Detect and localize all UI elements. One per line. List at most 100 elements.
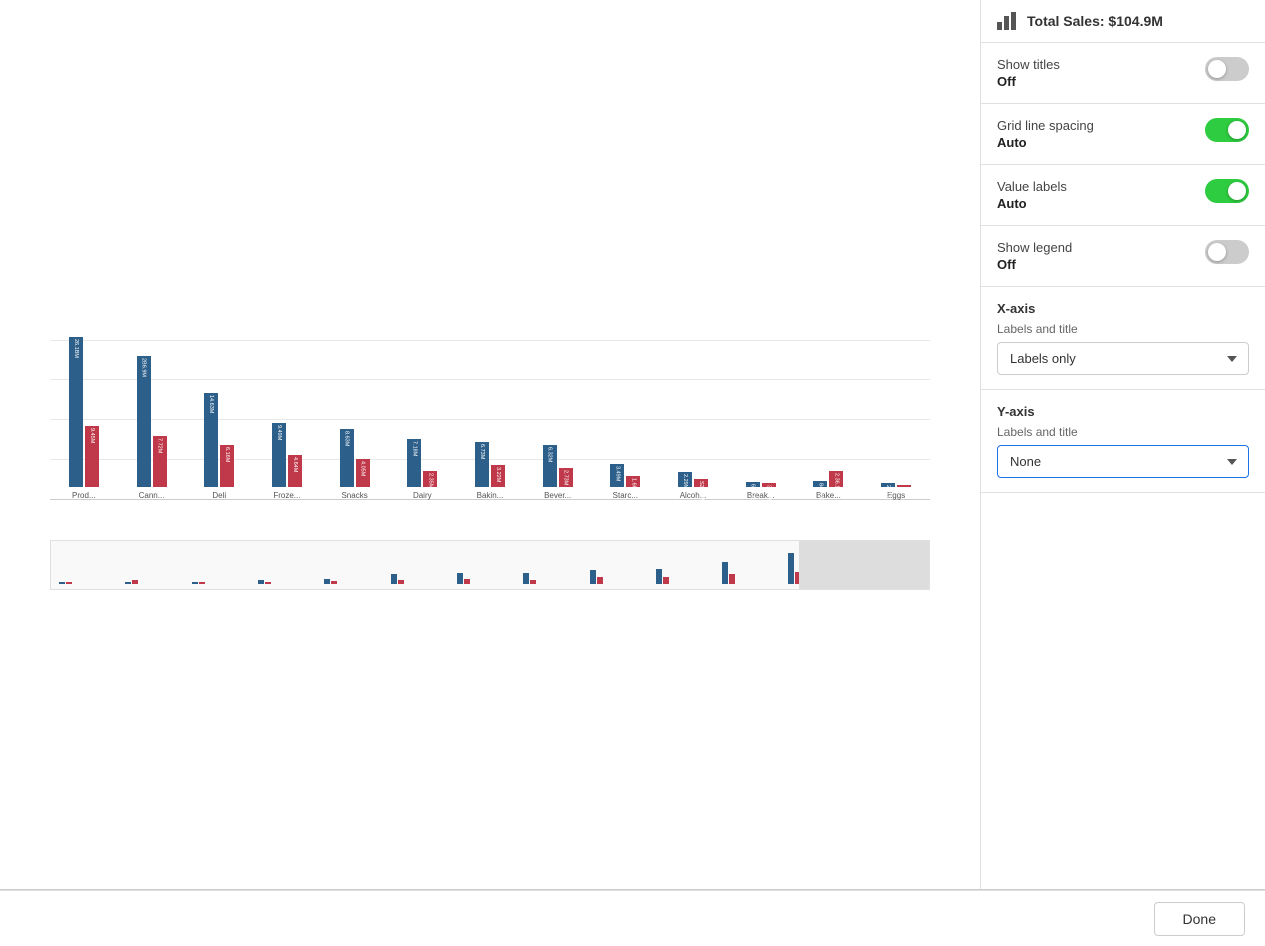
mini-red-bar bbox=[132, 580, 138, 584]
bar-category-label: Cann... bbox=[134, 491, 169, 500]
value-labels-label: Value labels bbox=[997, 179, 1067, 194]
mini-bar-group bbox=[258, 546, 324, 584]
show-titles-thumb bbox=[1208, 60, 1226, 78]
mini-blue-bar bbox=[722, 562, 728, 584]
right-panel: Total Sales: $104.9M Show titles Off Gri… bbox=[980, 0, 1265, 889]
mini-bar-group bbox=[457, 546, 523, 584]
show-titles-value: Off bbox=[997, 74, 1060, 89]
bottom-bar: Done bbox=[0, 890, 1265, 946]
bar-group: 3.49M 1.66M Starc... bbox=[592, 464, 660, 500]
blue-bar: 6.32M bbox=[543, 445, 557, 487]
bar-category-label: Deli bbox=[202, 491, 237, 500]
mini-bar-group bbox=[59, 546, 125, 584]
x-axis-title: X-axis bbox=[997, 301, 1249, 316]
blue-bar: 14.63M bbox=[204, 393, 218, 487]
mini-red-bar bbox=[331, 581, 337, 584]
bar-group: 9.49M 4.64M Froze... bbox=[253, 423, 321, 500]
show-legend-section: Show legend Off bbox=[981, 226, 1265, 287]
bar-category-label: Froze... bbox=[269, 491, 304, 500]
mini-bar-group bbox=[590, 546, 656, 584]
y-axis-section: Y-axis Labels and title None Labels only… bbox=[981, 390, 1265, 493]
show-titles-section: Show titles Off bbox=[981, 43, 1265, 104]
bar-category-label: Break... bbox=[743, 491, 778, 500]
bar-group: 842.3K 2.36.11K Bake... bbox=[795, 471, 863, 500]
bar-group-bars: 8.63M 4.05M bbox=[340, 429, 370, 487]
done-button[interactable]: Done bbox=[1154, 902, 1245, 936]
show-titles-label: Show titles bbox=[997, 57, 1060, 72]
show-titles-toggle[interactable] bbox=[1205, 57, 1249, 81]
bar-category-label: Bake... bbox=[811, 491, 846, 500]
grid-line-spacing-section: Grid line spacing Auto bbox=[981, 104, 1265, 165]
mini-scroll-indicator bbox=[799, 541, 929, 589]
mini-blue-bar bbox=[457, 573, 463, 584]
bar-group: 7.18M 2.35M Dairy bbox=[388, 439, 456, 500]
mini-bar-group bbox=[391, 546, 457, 584]
mini-blue-bar bbox=[391, 574, 397, 584]
bar-group-bars: 9.49M 4.64M bbox=[272, 423, 302, 487]
mini-blue-bar bbox=[258, 580, 264, 584]
bar-category-label: Bever... bbox=[540, 491, 575, 500]
red-bar: 9.45M bbox=[85, 426, 99, 487]
red-bar: 7.72M bbox=[153, 436, 167, 487]
bar-group-bars: 842.3K 2.36.11K bbox=[813, 471, 843, 487]
mini-blue-bar bbox=[192, 582, 198, 584]
show-legend-left: Show legend Off bbox=[997, 240, 1072, 272]
grid-line-toggle[interactable] bbox=[1205, 118, 1249, 142]
bar-group: 245.27K Eggs bbox=[862, 483, 930, 500]
mini-red-bar bbox=[199, 582, 205, 584]
bar-group: 678.25K 329.95K Break... bbox=[727, 482, 795, 500]
bar-group: 8.63M 4.05M Snacks bbox=[321, 429, 389, 500]
red-bar: 4.64M bbox=[288, 455, 302, 487]
bar-group: 26.1BM 9.45M Prod... bbox=[50, 337, 118, 500]
bar-group-bars: 14.63M 6.16M bbox=[204, 393, 234, 487]
x-axis-sublabel: Labels and title bbox=[997, 322, 1249, 336]
mini-red-bar bbox=[66, 582, 72, 584]
mini-red-bar bbox=[663, 577, 669, 584]
blue-bar: 678.25K bbox=[746, 482, 760, 487]
x-axis-select-wrapper: Labels only Labels and title Title only … bbox=[997, 342, 1249, 375]
mini-blue-bar bbox=[125, 582, 131, 584]
value-labels-value: Auto bbox=[997, 196, 1067, 211]
mini-red-bar bbox=[729, 574, 735, 584]
red-bar: 2.35M bbox=[423, 471, 437, 487]
bar-group-bars: 2B6.9M 7.72M bbox=[137, 356, 167, 487]
bar-chart-icon bbox=[997, 12, 1019, 30]
show-legend-label: Show legend bbox=[997, 240, 1072, 255]
show-legend-value: Off bbox=[997, 257, 1072, 272]
y-axis-sublabel: Labels and title bbox=[997, 425, 1249, 439]
grid-line-label: Grid line spacing bbox=[997, 118, 1094, 133]
show-legend-toggle[interactable] bbox=[1205, 240, 1249, 264]
blue-bar: 2.29M bbox=[678, 472, 692, 487]
red-bar: S21.77M bbox=[694, 479, 708, 487]
y-axis-select[interactable]: None Labels only Labels and title Title … bbox=[997, 445, 1249, 478]
grid-line-value: Auto bbox=[997, 135, 1094, 150]
grid-line-left: Grid line spacing Auto bbox=[997, 118, 1094, 150]
blue-bar: 8.63M bbox=[340, 429, 354, 487]
mini-bar-group bbox=[192, 546, 258, 584]
red-bar: 1.66M bbox=[626, 476, 640, 487]
red-bar: 6.16M bbox=[220, 445, 234, 487]
red-bar: 3.22M bbox=[491, 465, 505, 487]
bar-category-label: Dairy bbox=[405, 491, 440, 500]
x-axis-select[interactable]: Labels only Labels and title Title only … bbox=[997, 342, 1249, 375]
bar-group: 6.32M 2.73M Bever... bbox=[524, 445, 592, 500]
mini-bar-group bbox=[656, 546, 722, 584]
mini-blue-bar bbox=[324, 579, 330, 584]
chart-panel: 26.1BM 9.45M Prod... 2B6.9M 7.72M Cann..… bbox=[0, 0, 980, 889]
value-labels-left: Value labels Auto bbox=[997, 179, 1067, 211]
value-labels-toggle[interactable] bbox=[1205, 179, 1249, 203]
bar-group-bars: 6.73M 3.22M bbox=[475, 442, 505, 487]
blue-bar: 26.1BM bbox=[69, 337, 83, 487]
bar-group: 14.63M 6.16M Deli bbox=[185, 393, 253, 500]
bar-group: 6.73M 3.22M Bakin... bbox=[456, 442, 524, 500]
bar-category-label: Starc... bbox=[608, 491, 643, 500]
bar-group: 2B6.9M 7.72M Cann... bbox=[118, 356, 186, 500]
mini-blue-bar bbox=[656, 569, 662, 584]
mini-blue-bar bbox=[523, 573, 529, 584]
bar-category-label: Snacks bbox=[337, 491, 372, 500]
red-bar: 329.95K bbox=[762, 483, 776, 487]
bar-group-bars: 7.18M 2.35M bbox=[407, 439, 437, 487]
mini-red-bar bbox=[398, 580, 404, 584]
blue-bar: 3.49M bbox=[610, 464, 624, 487]
bar-group: 2.29M S21.77M Alcoh... bbox=[659, 472, 727, 500]
